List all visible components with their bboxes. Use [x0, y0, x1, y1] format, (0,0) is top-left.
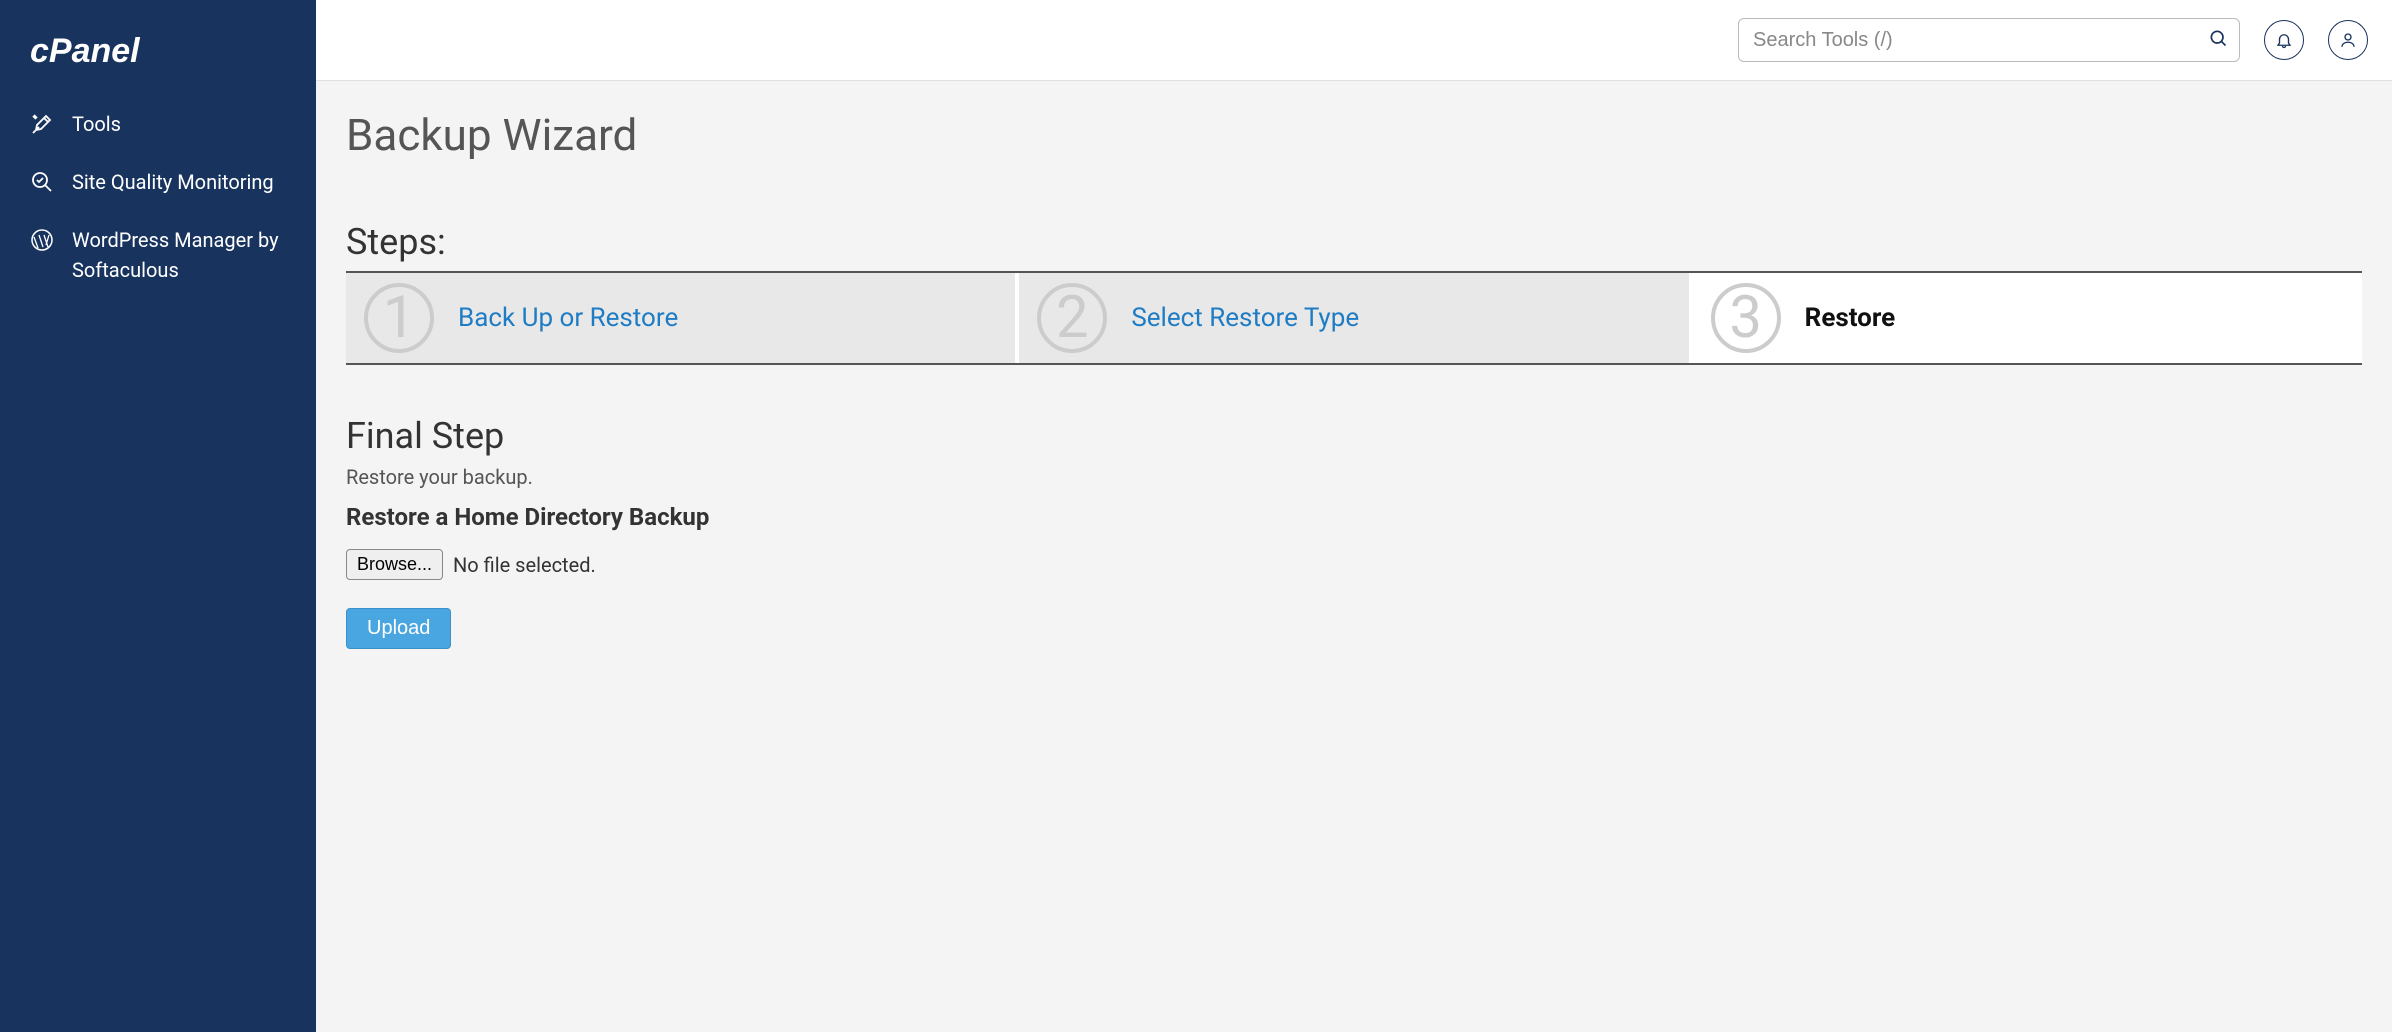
- sidebar-item-label: Site Quality Monitoring: [72, 167, 286, 197]
- steps-heading: Steps:: [346, 221, 2362, 263]
- step-label[interactable]: Back Up or Restore: [458, 303, 678, 333]
- sidebar-item-site-quality[interactable]: Site Quality Monitoring: [0, 153, 316, 211]
- sidebar-item-wordpress[interactable]: WordPress Manager by Softaculous: [0, 211, 316, 299]
- final-step-subtext: Restore your backup.: [346, 465, 2362, 489]
- notifications-button[interactable]: [2264, 20, 2304, 60]
- step-2[interactable]: 2 Select Restore Type: [1017, 273, 1690, 363]
- search-icon[interactable]: [2208, 28, 2228, 52]
- magnifier-check-icon: [30, 170, 54, 194]
- cpanel-logo: cPanel: [0, 30, 316, 95]
- file-status-text: No file selected.: [453, 553, 596, 577]
- sidebar: cPanel Tools Site Quality Monitoring: [0, 0, 316, 1032]
- steps-row: 1 Back Up or Restore 2 Select Restore Ty…: [346, 271, 2362, 365]
- topbar: [316, 0, 2392, 81]
- svg-text:cPanel: cPanel: [30, 32, 141, 70]
- sidebar-item-label: Tools: [72, 109, 286, 139]
- file-input-row: Browse... No file selected.: [346, 549, 2362, 580]
- step-number: 3: [1711, 283, 1781, 353]
- main: Backup Wizard Steps: 1 Back Up or Restor…: [316, 0, 2392, 1032]
- restore-heading: Restore a Home Directory Backup: [346, 503, 2362, 531]
- wordpress-icon: [30, 228, 54, 252]
- wrench-icon: [30, 112, 54, 136]
- search-input[interactable]: [1738, 18, 2240, 62]
- final-step-heading: Final Step: [346, 415, 2362, 457]
- step-number: 1: [364, 283, 434, 353]
- user-button[interactable]: [2328, 20, 2368, 60]
- sidebar-item-tools[interactable]: Tools: [0, 95, 316, 153]
- browse-button[interactable]: Browse...: [346, 549, 443, 580]
- step-1[interactable]: 1 Back Up or Restore: [346, 273, 1017, 363]
- sidebar-item-label: WordPress Manager by Softaculous: [72, 225, 286, 285]
- step-label[interactable]: Select Restore Type: [1131, 303, 1359, 333]
- step-3: 3 Restore: [1691, 273, 2362, 363]
- search-wrap: [1738, 18, 2240, 62]
- step-number: 2: [1037, 283, 1107, 353]
- step-label: Restore: [1805, 303, 1896, 333]
- content: Backup Wizard Steps: 1 Back Up or Restor…: [316, 81, 2392, 677]
- page-title: Backup Wizard: [346, 109, 2362, 161]
- bell-icon: [2275, 31, 2293, 49]
- upload-button[interactable]: Upload: [346, 608, 451, 649]
- user-icon: [2339, 31, 2357, 49]
- cpanel-logo-svg: cPanel: [30, 30, 190, 70]
